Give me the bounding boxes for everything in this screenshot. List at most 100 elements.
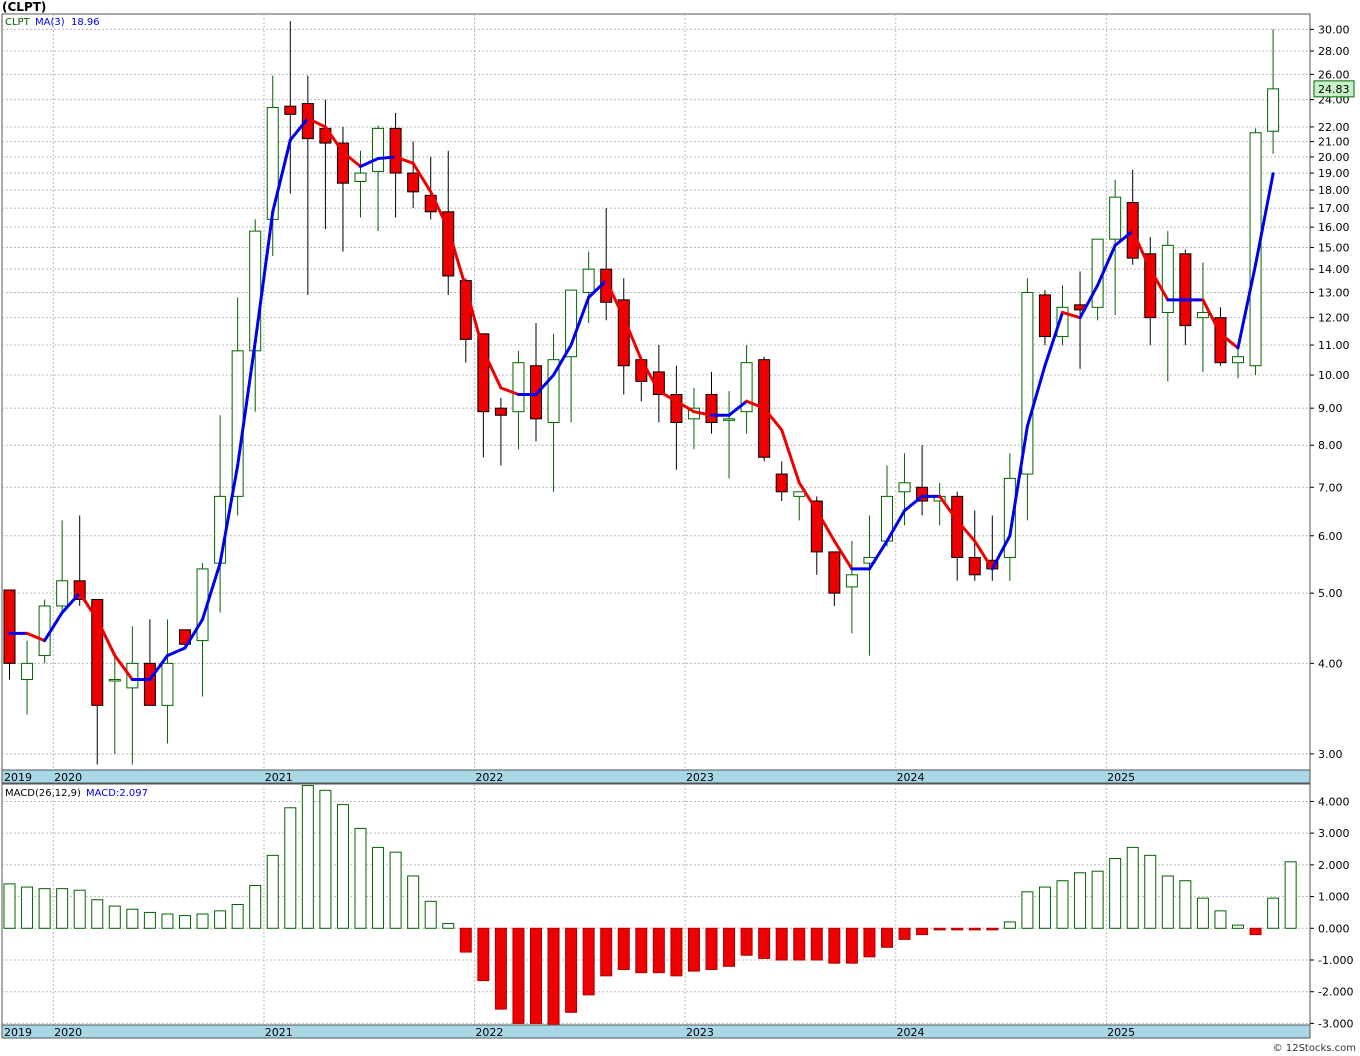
macd-bar-positive [108, 905, 121, 929]
macd-bar-positive [1284, 861, 1297, 929]
macd-bar-negative [565, 927, 578, 1013]
macd-bar-positive [143, 911, 156, 929]
macd-tick-label: -3.000 [1318, 1017, 1353, 1030]
macd-bar-positive [354, 827, 367, 929]
macd-tick-label: -1.000 [1318, 954, 1353, 967]
macd-bar-positive [1074, 872, 1087, 929]
candle-body [828, 551, 841, 594]
stock-chart: 3.00 4.00 5.00 6.00 7.00 8.00 9.00 10.00 11.00 12… [1, 13, 1355, 1039]
candle-body [1109, 196, 1122, 240]
candle-body [775, 473, 788, 493]
year-label: 2023 [686, 771, 714, 784]
year-label: 2022 [475, 1026, 503, 1039]
macd-y-axis: 4.000 3.000 2.000 1.000 0.000 -1.000 -2.000 -3.… [1310, 795, 1353, 1030]
macd-bar-positive [372, 846, 385, 929]
candle-body [389, 127, 402, 174]
price-tick-label: 28.00 [1318, 45, 1350, 58]
year-label: 2025 [1107, 1026, 1135, 1039]
candle-down [1038, 290, 1051, 346]
macd-bar-positive [1196, 897, 1209, 929]
candle-body [38, 605, 51, 657]
macd-bar-negative [968, 927, 981, 931]
macd-bar-negative [635, 927, 648, 974]
price-tick-label: 22.00 [1318, 121, 1350, 134]
candle-body [1232, 356, 1244, 364]
macd-bar-positive [3, 883, 16, 929]
macd-bar-positive [73, 889, 86, 929]
macd-bar-negative [863, 927, 876, 958]
macd-tick-label: 4.000 [1318, 795, 1350, 808]
price-tick-label: 5.00 [1318, 587, 1343, 600]
candle-body [705, 393, 718, 423]
macd-bar-negative [1249, 927, 1262, 936]
macd-bar-negative [494, 927, 507, 1010]
price-tick-label: 4.00 [1318, 657, 1343, 670]
price-tick-label: 7.00 [1318, 481, 1343, 494]
candle-body [1179, 253, 1192, 327]
macd-bar-negative [512, 927, 525, 1024]
macd-bar-negative [881, 927, 893, 948]
price-tick-label: 21.00 [1318, 136, 1350, 149]
macd-bar-negative [459, 927, 472, 953]
candle-body [372, 127, 385, 172]
macd-bar-positive [424, 900, 437, 929]
site-credit: © 12Stocks.com [1272, 1043, 1356, 1054]
candle-body [845, 574, 858, 588]
year-label: 2024 [897, 771, 925, 784]
macd-legend-label: MACD(26,12,9) [5, 788, 81, 799]
macd-bar-positive [249, 884, 262, 929]
macd-bar-positive [161, 913, 174, 929]
year-label: 2019 [4, 771, 32, 784]
candle-body [143, 662, 156, 706]
macd-bar-positive [179, 915, 191, 929]
macd-legend-value: MACD:2.097 [86, 788, 148, 799]
year-label: 2020 [54, 1026, 82, 1039]
price-y-axis: 3.00 4.00 5.00 6.00 7.00 8.00 9.00 10.00 11.00 12… [1310, 23, 1350, 761]
year-label: 2021 [265, 771, 293, 784]
candle-body [793, 491, 806, 497]
price-tick-label: 8.00 [1318, 439, 1343, 452]
macd-bar-positive [1179, 880, 1192, 929]
candle-body [582, 268, 595, 293]
ma-segment [376, 155, 398, 161]
macd-bar-positive [1021, 891, 1034, 929]
price-legend-ma-label: MA(3) [35, 17, 65, 28]
price-legend-ma-value: 18.96 [71, 17, 100, 28]
macd-bar-positive [196, 913, 209, 929]
macd-bar-negative [845, 927, 858, 964]
year-label: 2019 [4, 1026, 32, 1039]
macd-bar-negative [828, 927, 841, 964]
candle-body [284, 105, 297, 115]
candle-body [266, 107, 279, 220]
macd-bar-positive [1214, 910, 1227, 929]
macd-bar-positive [284, 807, 297, 929]
macd-bar-negative [793, 927, 806, 961]
candle-body [108, 678, 121, 682]
price-tick-label: 6.00 [1318, 530, 1343, 543]
macd-bar-negative [933, 927, 946, 931]
macd-bar-negative [652, 927, 665, 974]
price-tick-label: 20.00 [1318, 151, 1350, 164]
macd-bar-positive [389, 851, 402, 929]
macd-bar-positive [1232, 924, 1244, 929]
year-label: 2024 [897, 1026, 925, 1039]
macd-bar-negative [477, 927, 490, 982]
macd-bar-positive [1056, 880, 1069, 929]
candle-body [407, 172, 420, 193]
price-panel: 3.00 4.00 5.00 6.00 7.00 8.00 9.00 10.00 11.00 12… [1, 13, 1355, 771]
price-tick-label: 17.00 [1318, 202, 1350, 215]
candle-body [1267, 88, 1280, 132]
candle-body [1196, 311, 1209, 319]
candle-body [214, 495, 227, 564]
price-tick-label: 19.00 [1318, 167, 1350, 180]
macd-bar-negative [547, 927, 560, 1026]
year-label: 2021 [265, 1026, 293, 1039]
macd-bar-positive [407, 875, 420, 929]
year-label: 2025 [1107, 771, 1135, 784]
price-tick-label: 11.00 [1318, 339, 1350, 352]
candle-body [898, 482, 911, 493]
macd-bar-negative [705, 927, 718, 971]
candle-body [494, 407, 507, 416]
price-tick-label: 10.00 [1318, 369, 1350, 382]
macd-bar-positive [1038, 886, 1051, 929]
